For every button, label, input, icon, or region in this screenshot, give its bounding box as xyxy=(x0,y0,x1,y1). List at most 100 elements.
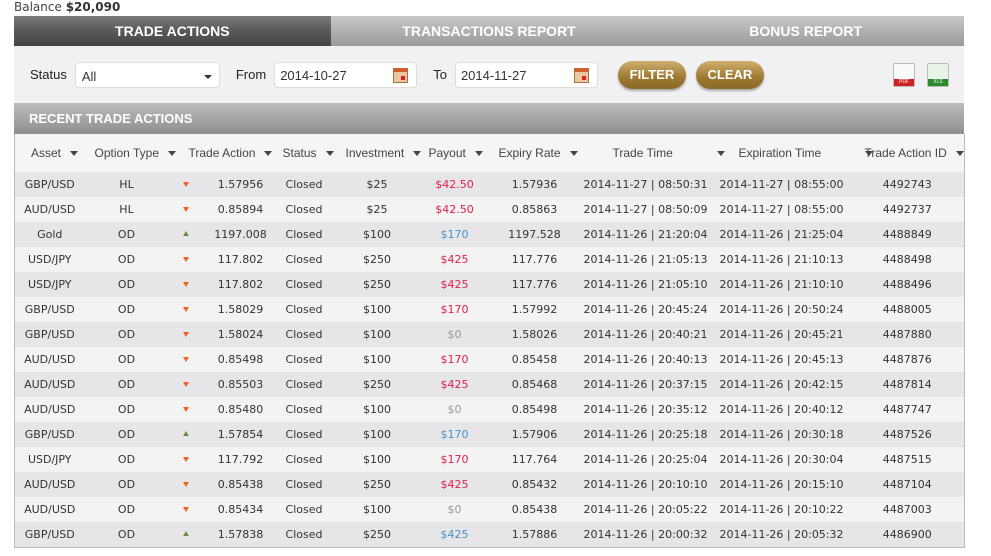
trade-action-id-value: 4488498 xyxy=(882,253,932,266)
investment-value: $100 xyxy=(363,328,391,341)
cell-trade-action: 117.802 xyxy=(169,247,273,272)
clear-button[interactable]: CLEAR xyxy=(695,60,764,89)
cell-expiry-rate: 1.57886 xyxy=(491,522,579,547)
calendar-icon[interactable] xyxy=(393,67,409,83)
trade-action-id-value: 4487814 xyxy=(882,378,932,391)
from-date-input[interactable]: 2014-10-27 xyxy=(274,61,418,88)
option-type-value: OD xyxy=(117,478,136,491)
cell-trade-action: 0.85438 xyxy=(169,472,273,497)
sort-caret-icon[interactable] xyxy=(70,151,79,157)
cell-expiration-time: 2014-11-26 | 20:42:15 xyxy=(713,372,851,397)
status-value: Closed xyxy=(285,378,323,391)
table-row[interactable]: GBP/USD OD 1.57838 Closed $250 $425 1.57886 201… xyxy=(14,522,965,547)
column-header-expiry-rate[interactable]: Expiry Rate xyxy=(490,134,579,172)
column-header-expiration-time[interactable]: Expiration Time xyxy=(712,134,874,172)
trade-time-value: 2014-11-26 | 20:10:10 xyxy=(583,478,708,491)
column-header-trade-action[interactable]: Trade Action xyxy=(168,134,273,172)
cell-trade-action-id: 4487814 xyxy=(851,372,965,397)
cell-trade-action: 0.85498 xyxy=(169,347,273,372)
sort-caret-icon[interactable] xyxy=(955,151,964,157)
cell-trade-action: 0.85480 xyxy=(169,397,273,422)
asset-value: USD/JPY xyxy=(27,278,72,291)
column-label: Payout xyxy=(428,146,466,160)
xls-export-icon[interactable]: XLS xyxy=(927,63,949,87)
cell-payout: $0 xyxy=(419,397,491,422)
investment-value: $250 xyxy=(363,378,391,391)
sort-caret-icon[interactable] xyxy=(413,151,422,157)
status-select[interactable]: All xyxy=(74,61,220,88)
table-row[interactable]: USD/JPY OD 117.792 Closed $100 $170 117.764 201… xyxy=(14,447,965,472)
trade-action-value: 117.802 xyxy=(217,278,264,291)
expiry-rate-value: 0.85863 xyxy=(511,203,558,216)
table-row[interactable]: AUD/USD OD 0.85480 Closed $100 $0 0.85498 2014-… xyxy=(14,397,965,422)
section-title: RECENT TRADE ACTIONS xyxy=(14,103,964,134)
sort-caret-icon[interactable] xyxy=(325,151,334,157)
cell-payout: $0 xyxy=(419,322,491,347)
table-row[interactable]: GBP/USD OD 1.57854 Closed $100 $170 1.57906 201… xyxy=(14,422,965,447)
table-row[interactable]: AUD/USD OD 0.85438 Closed $250 $425 0.85432 201… xyxy=(14,472,965,497)
trade-action-value: 1.58029 xyxy=(217,303,264,316)
column-header-option-type[interactable]: Option Type xyxy=(84,134,176,172)
table-row[interactable]: GBP/USD HL 1.57956 Closed $25 $42.50 1.57936 20… xyxy=(14,172,965,197)
column-header-asset[interactable]: Asset xyxy=(14,134,85,172)
cell-trade-action: 117.792 xyxy=(169,447,273,472)
table-row[interactable]: GBP/USD OD 1.58029 Closed $100 $170 1.57992 201… xyxy=(14,297,965,322)
table-row[interactable]: AUD/USD OD 0.85498 Closed $100 $170 0.85458 201… xyxy=(14,347,965,372)
tab-transactions-report[interactable]: TRANSACTIONS REPORT xyxy=(330,16,648,46)
column-label: Investment xyxy=(345,146,405,160)
to-date-input[interactable]: 2014-11-27 xyxy=(454,61,598,88)
column-header-investment[interactable]: Investment xyxy=(335,134,422,172)
arrow-down-icon xyxy=(182,307,189,312)
option-type-value: HL xyxy=(119,203,134,216)
table-row[interactable]: AUD/USD OD 0.85503 Closed $250 $425 0.85468 201… xyxy=(14,372,965,397)
trade-action-id-value: 4487876 xyxy=(882,353,932,366)
sort-caret-icon[interactable] xyxy=(569,151,578,157)
column-label: Expiry Rate xyxy=(498,146,561,160)
calendar-icon[interactable] xyxy=(573,67,589,83)
sort-caret-icon[interactable] xyxy=(716,151,725,157)
tab-bonus-report[interactable]: BONUS REPORT xyxy=(647,16,965,46)
table-row[interactable]: USD/JPY OD 117.802 Closed $250 $425 117.776 201… xyxy=(14,272,965,297)
column-label: Trade Time xyxy=(612,146,673,160)
table-row[interactable]: Gold OD 1197.008 Closed $100 $170 1197.528 2014… xyxy=(14,222,965,247)
arrow-down-icon xyxy=(182,257,189,262)
payout-value: $170 xyxy=(440,428,469,441)
sort-caret-icon[interactable] xyxy=(474,151,483,157)
cell-investment: $100 xyxy=(336,222,419,247)
expiry-rate-value: 1.57936 xyxy=(511,178,558,191)
cell-expiry-rate: 1.57936 xyxy=(491,172,579,197)
cell-payout: $170 xyxy=(419,297,491,322)
trade-action-id-value: 4487003 xyxy=(882,503,932,516)
expiry-rate-value: 1.57906 xyxy=(511,428,558,441)
sort-caret-icon[interactable] xyxy=(168,151,176,157)
column-header-trade-time[interactable]: Trade Time xyxy=(578,134,725,172)
column-header-trade-action-id[interactable]: Trade Action ID xyxy=(850,134,965,172)
cell-trade-action-id: 4487747 xyxy=(851,397,965,422)
filter-button[interactable]: FILTER xyxy=(617,60,686,89)
pdf-export-icon[interactable]: PDF xyxy=(893,63,915,87)
table-row[interactable]: GBP/USD OD 1.58024 Closed $100 $0 1.58026 2014-… xyxy=(14,322,965,347)
column-header-payout[interactable]: Payout xyxy=(418,134,491,172)
expiration-time-value: 2014-11-26 | 20:10:22 xyxy=(719,503,844,516)
expiry-rate-value: 1197.528 xyxy=(508,228,561,241)
cell-trade-time: 2014-11-26 | 20:37:15 xyxy=(579,372,713,397)
sort-caret-icon[interactable] xyxy=(264,151,273,157)
column-header-status[interactable]: Status xyxy=(272,134,336,172)
table-body: GBP/USD HL 1.57956 Closed $25 $42.50 1.57936 20… xyxy=(14,172,965,547)
cell-asset: AUD/USD xyxy=(15,197,85,222)
cell-status: Closed xyxy=(273,347,336,372)
table-row[interactable]: USD/JPY OD 117.802 Closed $250 $425 117.776 201… xyxy=(14,247,965,272)
cell-trade-time: 2014-11-26 | 20:45:24 xyxy=(579,297,713,322)
expiration-time-value: 2014-11-27 | 08:55:00 xyxy=(719,203,844,216)
tab-trade-actions[interactable]: TRADE ACTIONS xyxy=(14,16,331,46)
cell-trade-action: 1197.008 xyxy=(169,222,273,247)
investment-value: $100 xyxy=(363,453,391,466)
table-row[interactable]: AUD/USD OD 0.85434 Closed $100 $0 0.85438 2014-… xyxy=(14,497,965,522)
trade-action-id-value: 4487880 xyxy=(882,328,932,341)
to-date-value: 2014-11-27 xyxy=(460,67,527,83)
cell-investment: $25 xyxy=(336,172,419,197)
table-row[interactable]: AUD/USD HL 0.85894 Closed $25 $42.50 0.85863 20… xyxy=(14,197,965,222)
filter-bar: Status All From 2014-10-27 To 2014-11-27… xyxy=(14,46,964,103)
trade-time-value: 2014-11-27 | 08:50:31 xyxy=(583,178,708,191)
xls-label: XLS xyxy=(928,79,948,86)
